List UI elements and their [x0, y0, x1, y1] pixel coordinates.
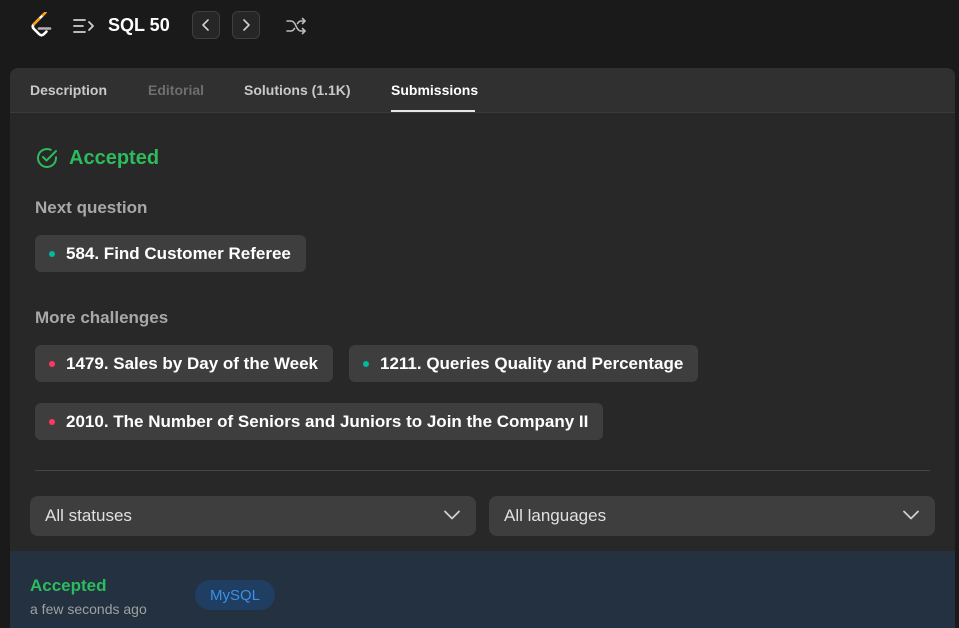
- chevron-down-icon: [903, 510, 919, 520]
- active-tab-indicator: [391, 110, 475, 112]
- chip-label: 1211. Queries Quality and Percentage: [380, 353, 684, 373]
- prev-question-button[interactable]: [192, 11, 220, 39]
- chip-label: 584. Find Customer Referee: [66, 243, 291, 263]
- challenge-chip[interactable]: 2010. The Number of Seniors and Juniors …: [35, 403, 604, 440]
- chevron-right-icon: [243, 19, 250, 31]
- status-filter-value: All statuses: [45, 506, 132, 525]
- result-status: Accepted: [69, 146, 160, 169]
- next-question-chip[interactable]: 584. Find Customer Referee: [35, 235, 306, 272]
- difficulty-dot: [363, 360, 369, 367]
- leetcode-logo[interactable]: [28, 12, 54, 40]
- submission-panel: Description Editorial Solutions (1.1K) S…: [10, 68, 955, 628]
- problem-list-icon[interactable]: [72, 16, 96, 36]
- language-badge: MySQL: [195, 580, 276, 610]
- submission-time: a few seconds ago: [30, 601, 147, 617]
- chevron-left-icon: [202, 19, 209, 31]
- next-question-button[interactable]: [232, 11, 260, 39]
- tab-submissions[interactable]: Submissions: [391, 82, 478, 98]
- result-header: Accepted: [35, 146, 159, 170]
- tab-description[interactable]: Description: [30, 82, 107, 98]
- top-bar: SQL 50: [0, 0, 959, 58]
- language-filter-select[interactable]: All languages: [489, 496, 935, 536]
- check-circle-icon: [37, 148, 57, 168]
- difficulty-dot: [49, 250, 55, 257]
- challenge-chip[interactable]: 1211. Queries Quality and Percentage: [349, 345, 699, 382]
- difficulty-dot: [49, 360, 55, 367]
- submission-row[interactable]: Accepted a few seconds ago MySQL: [10, 551, 955, 628]
- chevron-down-icon: [444, 510, 460, 520]
- tab-solutions[interactable]: Solutions (1.1K): [244, 82, 351, 98]
- language-filter-value: All languages: [504, 506, 607, 525]
- shuffle-icon[interactable]: [285, 16, 307, 36]
- tab-editorial[interactable]: Editorial: [148, 82, 204, 98]
- next-question-label: Next question: [35, 198, 148, 217]
- submission-status[interactable]: Accepted: [30, 576, 107, 596]
- more-challenges-label: More challenges: [35, 308, 169, 327]
- chip-label: 1479. Sales by Day of the Week: [66, 353, 318, 373]
- divider: [35, 470, 930, 471]
- chip-label: 2010. The Number of Seniors and Juniors …: [66, 411, 589, 431]
- difficulty-dot: [49, 418, 55, 425]
- problem-list-title[interactable]: SQL 50: [108, 15, 170, 36]
- status-filter-select[interactable]: All statuses: [30, 496, 476, 536]
- tab-bar: Description Editorial Solutions (1.1K) S…: [10, 68, 955, 113]
- challenge-chip[interactable]: 1479. Sales by Day of the Week: [35, 345, 333, 382]
